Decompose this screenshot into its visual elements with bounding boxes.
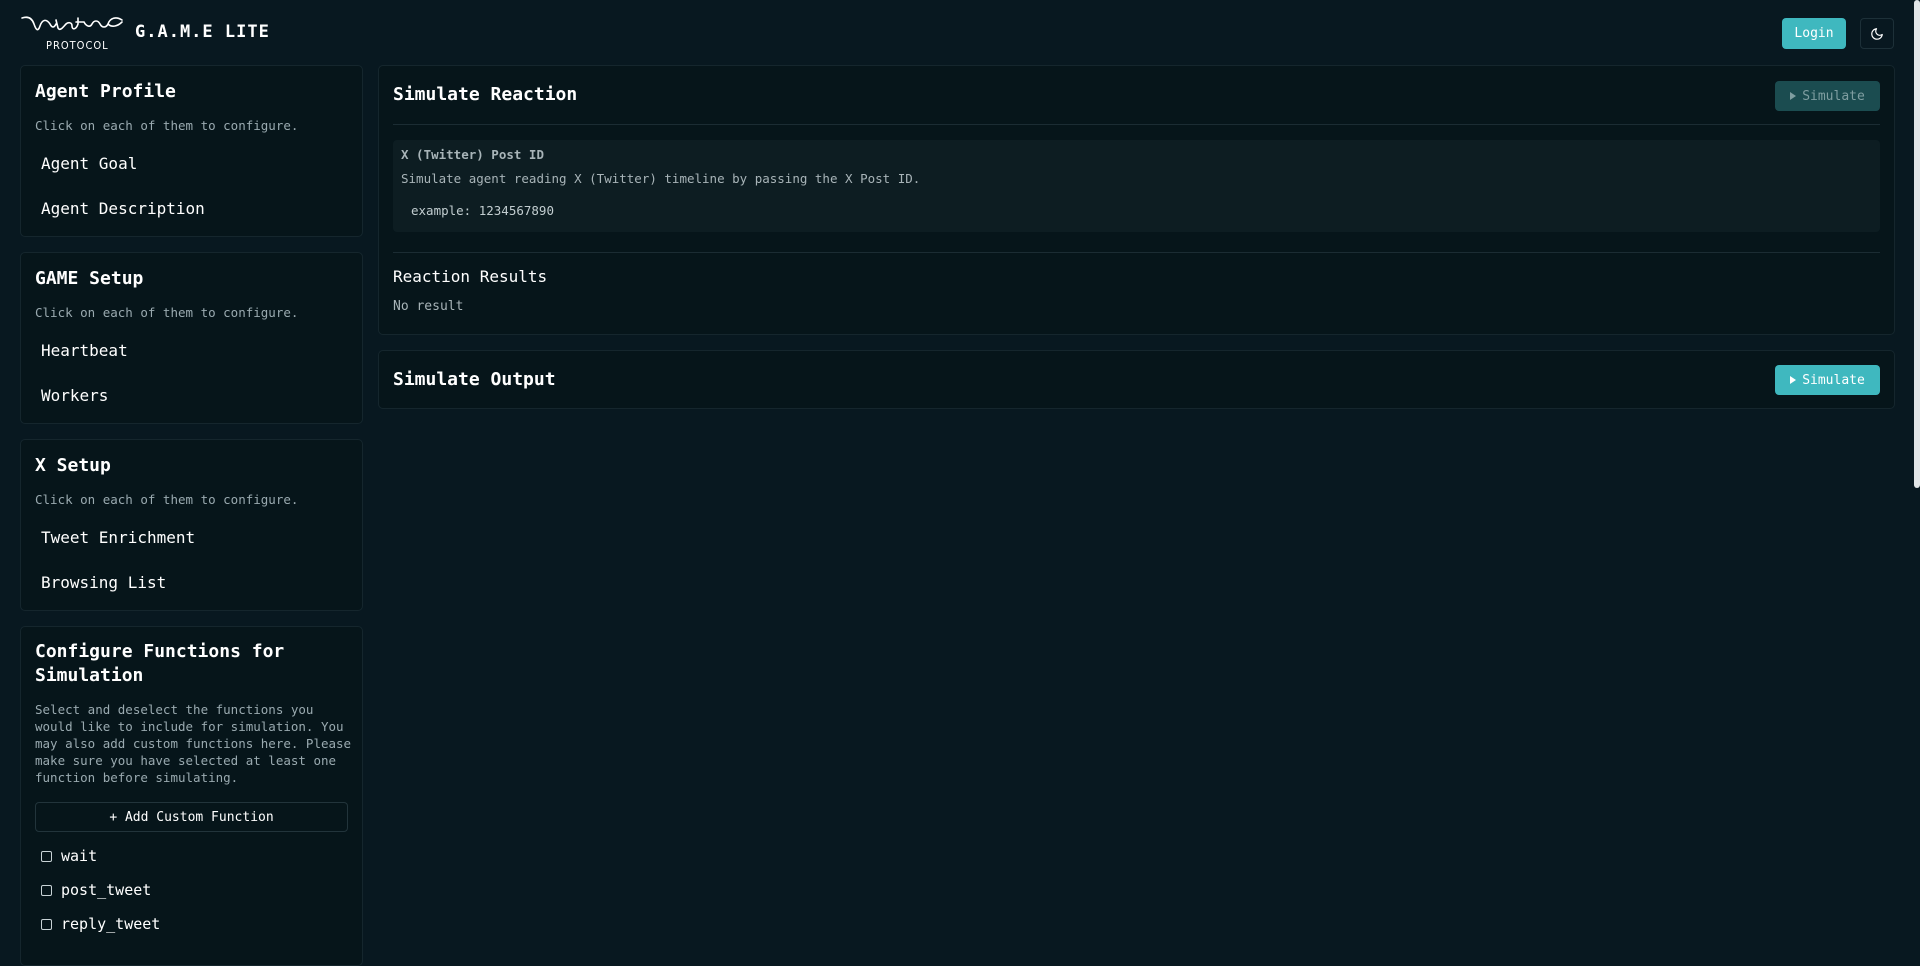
x-setup-card: X Setup Click on each of them to configu… xyxy=(20,439,363,611)
workers-item[interactable]: Workers xyxy=(41,386,108,405)
x-setup-description: Click on each of them to configure. xyxy=(35,492,299,507)
function-label: wait xyxy=(61,847,98,865)
post-id-input[interactable] xyxy=(401,198,811,222)
simulate-output-title: Simulate Output xyxy=(393,369,556,390)
post-id-label: X (Twitter) Post ID xyxy=(401,147,544,162)
agent-goal-item[interactable]: Agent Goal xyxy=(41,154,137,173)
function-label: post_tweet xyxy=(61,881,152,899)
top-bar: PROTOCOL G.A.M.E LITE Login xyxy=(0,0,1920,66)
configure-functions-description: Select and deselect the functions you wo… xyxy=(35,702,352,785)
checkbox[interactable] xyxy=(41,918,52,930)
game-setup-description: Click on each of them to configure. xyxy=(35,305,299,320)
moon-icon xyxy=(1871,27,1883,40)
play-icon xyxy=(1790,92,1797,100)
simulate-reaction-title: Simulate Reaction xyxy=(393,84,578,105)
configure-functions-card: Configure Functions for Simulation Selec… xyxy=(20,626,363,966)
login-button[interactable]: Login xyxy=(1782,18,1846,49)
simulate-label: Simulate xyxy=(1802,88,1865,104)
checkbox[interactable] xyxy=(41,884,52,896)
agent-profile-title: Agent Profile xyxy=(35,81,176,102)
heartbeat-item[interactable]: Heartbeat xyxy=(41,341,128,360)
tweet-enrichment-item[interactable]: Tweet Enrichment xyxy=(41,528,195,547)
virtual-protocol-logo[interactable]: PROTOCOL xyxy=(20,12,124,56)
agent-description-item[interactable]: Agent Description xyxy=(41,199,205,218)
simulate-label: Simulate xyxy=(1802,372,1865,388)
agent-profile-description: Click on each of them to configure. xyxy=(35,118,299,133)
agent-profile-card: Agent Profile Click on each of them to c… xyxy=(20,65,363,237)
reaction-results-value: No result xyxy=(393,299,464,314)
function-option-post-tweet[interactable]: post_tweet xyxy=(41,881,151,899)
app-title: G.A.M.E LITE xyxy=(135,22,270,42)
simulate-output-button[interactable]: Simulate xyxy=(1775,365,1880,395)
divider xyxy=(393,252,1880,253)
x-setup-title: X Setup xyxy=(35,455,111,476)
divider xyxy=(393,124,1880,125)
post-id-input-group: X (Twitter) Post ID Simulate agent readi… xyxy=(393,140,1880,232)
checkbox[interactable] xyxy=(41,850,52,862)
browsing-list-item[interactable]: Browsing List xyxy=(41,573,166,592)
simulate-output-card: Simulate Output Simulate xyxy=(378,350,1895,409)
simulate-reaction-card: Simulate Reaction Simulate X (Twitter) P… xyxy=(378,65,1895,335)
configure-functions-title: Configure Functions for Simulation xyxy=(35,641,285,686)
game-setup-title: GAME Setup xyxy=(35,268,144,289)
reaction-results-title: Reaction Results xyxy=(393,267,548,286)
add-custom-function-button[interactable]: + Add Custom Function xyxy=(35,802,348,832)
theme-toggle-button[interactable] xyxy=(1860,18,1894,49)
logo-subtitle: PROTOCOL xyxy=(46,39,109,52)
post-id-description: Simulate agent reading X (Twitter) timel… xyxy=(401,171,921,186)
function-label: reply_tweet xyxy=(61,915,161,933)
function-option-wait[interactable]: wait xyxy=(41,847,97,865)
simulate-reaction-button[interactable]: Simulate xyxy=(1775,81,1880,111)
logo-script-icon xyxy=(21,16,123,31)
page-scrollbar[interactable] xyxy=(1914,0,1920,488)
play-icon xyxy=(1790,376,1797,384)
function-option-reply-tweet[interactable]: reply_tweet xyxy=(41,915,160,933)
game-setup-card: GAME Setup Click on each of them to conf… xyxy=(20,252,363,424)
